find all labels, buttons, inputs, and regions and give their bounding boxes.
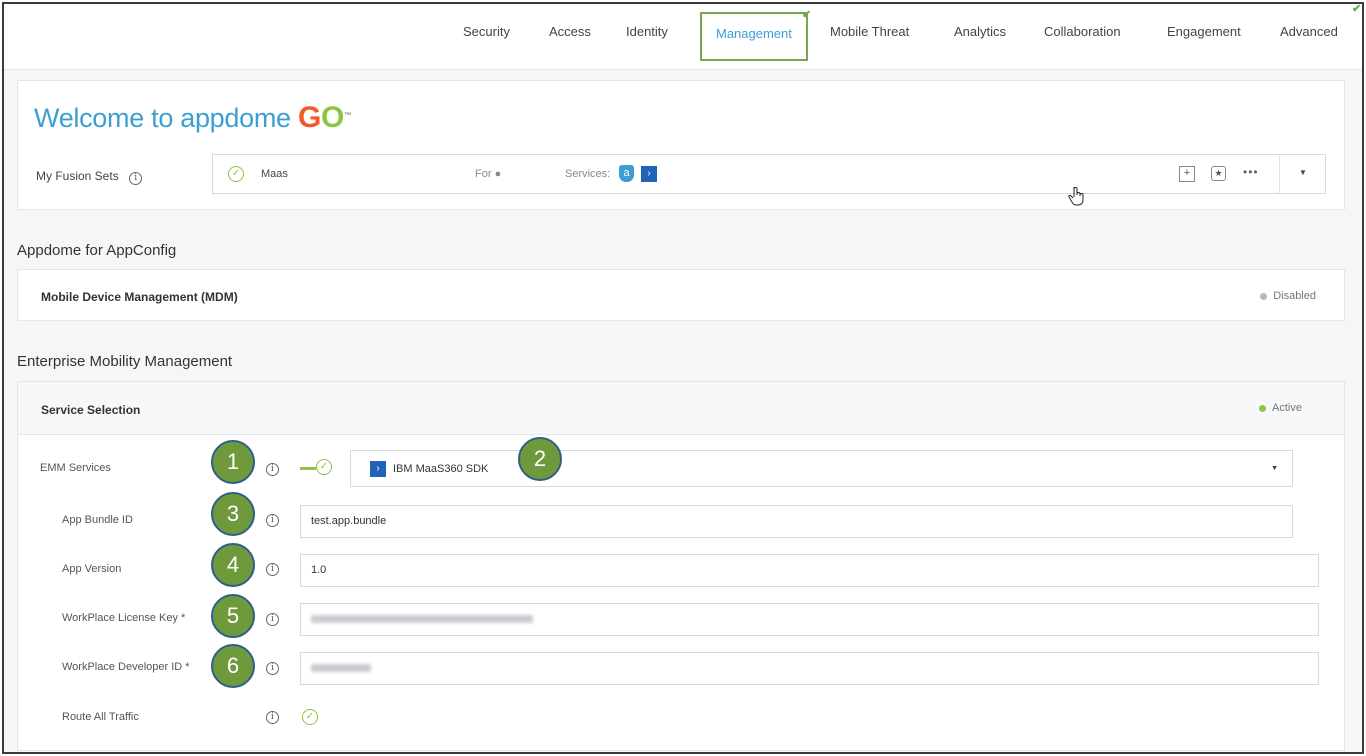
tab-advanced[interactable]: Advanced [1280,24,1338,39]
app-version-label: App Version [62,563,122,575]
info-icon[interactable]: i [266,613,279,626]
services-label: Services: [565,168,611,180]
license-key-input[interactable] [300,603,1319,636]
bundle-id-label: App Bundle ID [62,514,133,526]
add-icon[interactable]: + [1179,166,1195,182]
management-checked-icon: ✔ [802,9,812,21]
tab-engagement[interactable]: Engagement [1167,24,1241,39]
emm-services-label: EMM Services [40,462,111,474]
emm-service-value: IBM MaaS360 SDK [393,463,489,475]
required-mark: * [185,661,190,673]
welcome-heading: Welcome to appdome GO™ [34,101,351,135]
tab-security[interactable]: Security [463,24,510,39]
service-status-text: Active [1272,402,1302,414]
redacted-developer-id [311,664,371,673]
tab-analytics[interactable]: Analytics [954,24,1006,39]
info-icon[interactable]: i [266,711,279,724]
disabled-dot-icon [1260,292,1268,300]
apple-icon: ● [494,168,502,180]
license-key-label: WorkPlace License Key * [62,612,185,624]
fusion-sets-label: My Fusion Sets [36,169,119,183]
info-icon[interactable]: i [129,172,143,185]
fusion-set-name: Maas [261,168,288,180]
tab-access[interactable]: Access [549,24,591,39]
required-mark: * [181,612,186,624]
license-key-label-text: WorkPlace License Key [62,612,178,624]
appconfig-section-title: Appdome for AppConfig [17,242,177,259]
info-icon[interactable]: i [266,463,279,476]
chevron-down-icon[interactable]: ▼ [1299,168,1307,177]
bundle-id-input[interactable]: test.app.bundle [300,505,1293,538]
info-icon[interactable]: i [266,514,279,527]
service-status-badge: Active [1259,402,1302,414]
hand-cursor-icon [1068,187,1084,206]
callout-badge: 4 [211,543,255,587]
service-selection-header[interactable]: Service Selection Active [18,382,1344,435]
route-traffic-toggle[interactable]: ✓ [302,709,318,725]
emm-service-dropdown[interactable]: › IBM MaaS360 SDK ▼ [350,450,1293,487]
star-icon[interactable]: ★ [1211,166,1226,181]
callout-badge: 5 [211,594,255,638]
advanced-checked-icon: ✔ [1352,3,1362,15]
fusion-sets-label-group: My Fusion Sets i [36,167,143,185]
maas360-service-icon: › [370,461,386,477]
check-circle-icon: ✓ [316,459,332,475]
callout-badge: 6 [211,644,255,688]
check-circle-icon: ✓ [228,166,244,182]
for-label: For ● [475,168,501,180]
welcome-card: Welcome to appdome GO™ My Fusion Sets i … [17,80,1345,210]
developer-id-label-text: WorkPlace Developer ID [62,661,183,673]
developer-id-label: WorkPlace Developer ID * [62,661,190,673]
emm-card: Service Selection Active EMM Services i … [17,381,1345,751]
toggle-track [300,467,316,470]
emm-section-title: Enterprise Mobility Management [17,353,233,370]
developer-id-input[interactable] [300,652,1319,685]
divider [1279,155,1280,193]
app-window: Security Access Identity Management ✔ Mo… [2,2,1364,754]
trademark-mark: ™ [344,112,351,119]
tab-identity[interactable]: Identity [626,24,668,39]
callout-badge: 2 [518,437,562,481]
appdome-shield-icon: a [619,165,634,182]
tab-collaboration[interactable]: Collaboration [1044,24,1121,39]
mdm-status-text: Disabled [1273,290,1316,302]
chevron-down-icon: ▼ [1271,465,1278,472]
active-dot-icon [1259,404,1267,412]
redacted-license-key [311,615,533,624]
mdm-status-badge: Disabled [1260,290,1316,302]
info-icon[interactable]: i [266,662,279,675]
mdm-title: Mobile Device Management (MDM) [41,290,238,304]
more-options-icon[interactable]: ••• [1243,165,1259,179]
callout-badge: 1 [211,440,255,484]
tab-mobile-threat[interactable]: Mobile Threat [830,24,909,39]
tab-management[interactable]: Management [700,12,808,61]
mdm-card[interactable]: Mobile Device Management (MDM) Disabled [17,269,1345,321]
callout-badge: 3 [211,492,255,536]
service-selection-title: Service Selection [41,403,141,417]
welcome-text: Welcome to appdome [34,103,291,133]
maas360-service-icon: › [641,166,657,182]
for-label-text: For [475,168,492,180]
top-navigation: Security Access Identity Management ✔ Mo… [4,4,1362,70]
fusion-set-selector[interactable]: ✓ Maas For ● Services: a › + ★ ••• ▼ [212,154,1326,194]
appdome-go-logo: GO [297,101,345,134]
route-traffic-label: Route All Traffic [62,711,139,723]
info-icon[interactable]: i [266,563,279,576]
app-version-input[interactable]: 1.0 [300,554,1319,587]
